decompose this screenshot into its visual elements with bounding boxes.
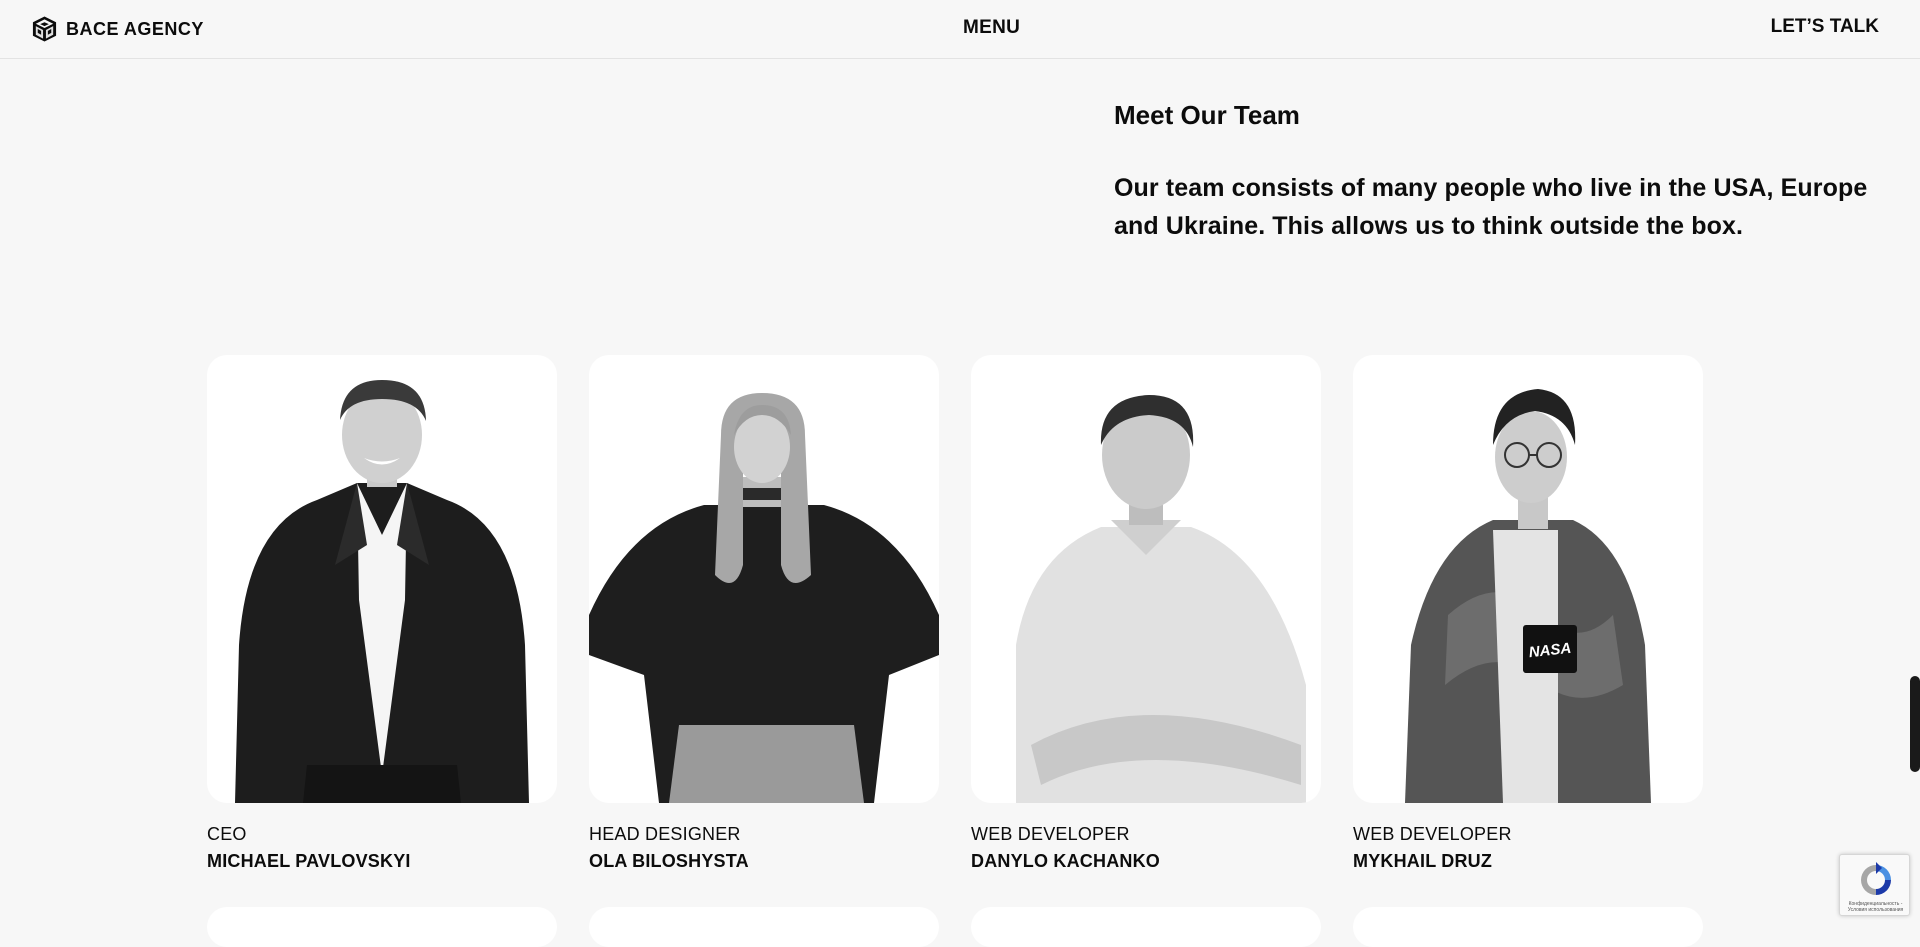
section-description: Our team consists of many people who liv… xyxy=(1114,174,1868,240)
team-card[interactable]: WEB DEVELOPER DANYLO KACHANKO xyxy=(971,355,1321,872)
team-card-partial[interactable] xyxy=(1353,907,1703,947)
menu-button[interactable]: MENU xyxy=(963,17,1020,39)
logo-cube-icon xyxy=(32,16,57,42)
recaptcha-badge[interactable]: Конфиденциальность - Условия использован… xyxy=(1839,854,1910,916)
team-member-name: OLA BILOSHYSTA xyxy=(589,851,749,871)
team-member-name: MYKHAIL DRUZ xyxy=(1353,851,1493,871)
person-portrait-icon xyxy=(1016,395,1306,803)
logo-text: BACE AGENCY xyxy=(66,18,204,39)
lets-talk-button[interactable]: LET’S TALK xyxy=(1771,16,1879,38)
team-member-name: MICHAEL PAVLOVSKYI xyxy=(207,851,411,871)
site-header: BACE AGENCY MENU LET’S TALK xyxy=(0,0,1920,59)
person-portrait-icon xyxy=(589,393,939,803)
logo-link[interactable]: BACE AGENCY xyxy=(31,14,204,44)
team-member-role: WEB DEVELOPER xyxy=(971,824,1130,844)
team-card-partial[interactable] xyxy=(207,907,557,947)
team-member-photo xyxy=(971,355,1321,803)
person-portrait-icon xyxy=(235,380,529,803)
team-member-role: HEAD DESIGNER xyxy=(589,824,741,844)
team-member-photo xyxy=(589,355,939,803)
team-card-partial[interactable] xyxy=(589,907,939,947)
team-member-photo xyxy=(207,355,557,803)
scrollbar-thumb[interactable] xyxy=(1910,676,1920,772)
section-title: Meet Our Team xyxy=(1114,100,1300,130)
recaptcha-icon xyxy=(1861,862,1891,895)
team-member-name: DANYLO KACHANKO xyxy=(971,851,1160,871)
person-portrait-icon: NASA xyxy=(1405,389,1651,803)
recaptcha-terms-text: Конфиденциальность - Условия использован… xyxy=(1847,901,1904,913)
team-member-role: WEB DEVELOPER xyxy=(1353,824,1512,844)
team-card[interactable]: HEAD DESIGNER OLA BILOSHYSTA xyxy=(589,355,939,872)
team-member-photo: NASA xyxy=(1353,355,1703,803)
team-member-role: CEO xyxy=(207,824,247,844)
team-card-partial[interactable] xyxy=(971,907,1321,947)
team-card[interactable]: CEO MICHAEL PAVLOVSKYI xyxy=(207,355,557,872)
team-card[interactable]: NASA WEB DEVELOPER MYKHAIL DRUZ xyxy=(1353,355,1703,872)
team-intro: Meet Our Team Our team consists of many … xyxy=(1114,98,1874,245)
